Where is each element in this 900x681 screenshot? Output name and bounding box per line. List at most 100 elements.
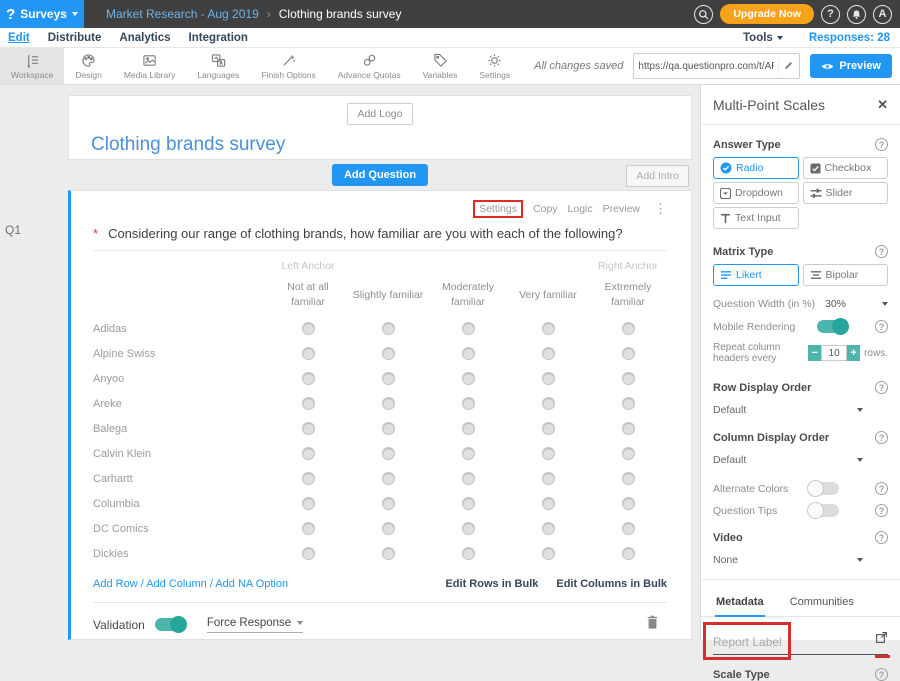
answer-type-slider[interactable]: Slider — [803, 182, 889, 204]
alternate-colors-toggle[interactable] — [809, 482, 839, 495]
radio-button[interactable] — [542, 347, 555, 360]
radio-button[interactable] — [302, 347, 315, 360]
column-header[interactable]: Very familiar — [519, 288, 577, 303]
radio-button[interactable] — [462, 447, 475, 460]
radio-button[interactable] — [462, 422, 475, 435]
radio-button[interactable] — [622, 447, 635, 460]
survey-url-field[interactable] — [633, 53, 800, 79]
radio-button[interactable] — [382, 497, 395, 510]
question-copy-button[interactable]: Copy — [533, 203, 558, 215]
radio-button[interactable] — [622, 347, 635, 360]
help-icon[interactable]: ? — [875, 531, 888, 544]
radio-button[interactable] — [302, 497, 315, 510]
radio-button[interactable] — [542, 322, 555, 335]
help-icon[interactable]: ? — [875, 381, 888, 394]
survey-title[interactable]: Clothing brands survey — [91, 134, 691, 156]
add-row-link[interactable]: Add Row — [93, 578, 138, 590]
breadcrumb-parent[interactable]: Market Research - Aug 2019 — [106, 7, 259, 21]
validation-toggle[interactable] — [155, 618, 185, 631]
plus-button[interactable]: + — [847, 345, 860, 361]
menu-edit[interactable]: Edit — [8, 32, 30, 44]
radio-button[interactable] — [542, 472, 555, 485]
tools-dropdown[interactable]: Tools — [743, 32, 783, 44]
avatar[interactable]: A — [873, 5, 892, 24]
repeat-headers-value[interactable]: 10 — [821, 345, 847, 361]
radio-button[interactable] — [462, 547, 475, 560]
edit-rows-bulk-link[interactable]: Edit Rows in Bulk — [445, 578, 538, 590]
radio-button[interactable] — [542, 422, 555, 435]
help-icon[interactable]: ? — [875, 138, 888, 151]
radio-button[interactable] — [622, 547, 635, 560]
radio-button[interactable] — [382, 472, 395, 485]
radio-button[interactable] — [462, 497, 475, 510]
answer-type-dropdown[interactable]: Dropdown — [713, 182, 799, 204]
help-icon[interactable]: ? — [875, 668, 888, 681]
radio-button[interactable] — [302, 547, 315, 560]
notifications-button[interactable] — [847, 5, 866, 24]
external-edit-button[interactable] — [875, 631, 888, 649]
edit-url-button[interactable] — [778, 57, 799, 75]
radio-button[interactable] — [462, 322, 475, 335]
help-icon[interactable]: ? — [875, 245, 888, 258]
radio-button[interactable] — [622, 372, 635, 385]
radio-button[interactable] — [462, 372, 475, 385]
radio-button[interactable] — [542, 372, 555, 385]
toolbar-workspace[interactable]: Workspace — [0, 48, 64, 84]
radio-button[interactable] — [622, 397, 635, 410]
toolbar-variables[interactable]: Variables — [412, 48, 469, 84]
radio-button[interactable] — [382, 397, 395, 410]
radio-button[interactable] — [382, 547, 395, 560]
tab-communities[interactable]: Communities — [789, 590, 855, 616]
radio-button[interactable] — [302, 397, 315, 410]
question-preview-button[interactable]: Preview — [603, 203, 640, 215]
menu-analytics[interactable]: Analytics — [119, 32, 170, 44]
edit-columns-bulk-link[interactable]: Edit Columns in Bulk — [556, 578, 667, 590]
add-na-option-link[interactable]: Add NA Option — [215, 578, 288, 590]
help-icon[interactable]: ? — [875, 482, 888, 495]
radio-button[interactable] — [542, 522, 555, 535]
minus-button[interactable]: − — [808, 345, 821, 361]
radio-button[interactable] — [622, 422, 635, 435]
responses-count[interactable]: Responses: 28 — [809, 32, 890, 44]
add-logo-button[interactable]: Add Logo — [347, 103, 414, 125]
menu-distribute[interactable]: Distribute — [48, 32, 102, 44]
help-button[interactable]: ? — [821, 5, 840, 24]
close-icon[interactable]: ✕ — [877, 97, 888, 113]
toolbar-finish-options[interactable]: Finish Options — [250, 48, 326, 84]
mobile-rendering-toggle[interactable] — [817, 320, 847, 333]
radio-button[interactable] — [302, 372, 315, 385]
radio-button[interactable] — [462, 472, 475, 485]
more-options-icon[interactable]: ⋮ — [654, 201, 667, 217]
toolbar-media-library[interactable]: Media Library — [113, 48, 187, 84]
toolbar-languages[interactable]: Languages — [186, 48, 250, 84]
help-icon[interactable]: ? — [875, 320, 888, 333]
preview-button[interactable]: Preview — [810, 54, 892, 78]
column-display-order-dropdown[interactable]: Default — [713, 454, 863, 466]
video-dropdown[interactable]: None — [713, 554, 863, 566]
question-tips-toggle[interactable] — [809, 504, 839, 517]
radio-button[interactable] — [622, 322, 635, 335]
surveys-menu[interactable]: ? Surveys — [0, 0, 84, 28]
menu-integration[interactable]: Integration — [189, 32, 248, 44]
radio-button[interactable] — [462, 347, 475, 360]
force-response-dropdown[interactable]: Force Response — [207, 617, 303, 633]
question-width-value[interactable]: 30% — [825, 298, 846, 310]
radio-button[interactable] — [622, 472, 635, 485]
radio-button[interactable] — [302, 522, 315, 535]
radio-button[interactable] — [302, 472, 315, 485]
radio-button[interactable] — [622, 497, 635, 510]
radio-button[interactable] — [382, 422, 395, 435]
survey-url-input[interactable] — [634, 61, 778, 72]
add-column-link[interactable]: Add Column — [146, 578, 207, 590]
radio-button[interactable] — [382, 347, 395, 360]
column-header[interactable]: Moderately familiar — [431, 280, 505, 310]
radio-button[interactable] — [382, 372, 395, 385]
answer-type-text-input[interactable]: Text Input — [713, 207, 799, 229]
radio-button[interactable] — [382, 522, 395, 535]
radio-button[interactable] — [382, 447, 395, 460]
chevron-down-icon[interactable] — [882, 302, 888, 306]
tab-metadata[interactable]: Metadata — [715, 590, 765, 617]
add-intro-button[interactable]: Add Intro — [626, 165, 689, 187]
toolbar-settings[interactable]: Settings — [468, 48, 521, 84]
add-question-button[interactable]: Add Question — [332, 164, 428, 186]
